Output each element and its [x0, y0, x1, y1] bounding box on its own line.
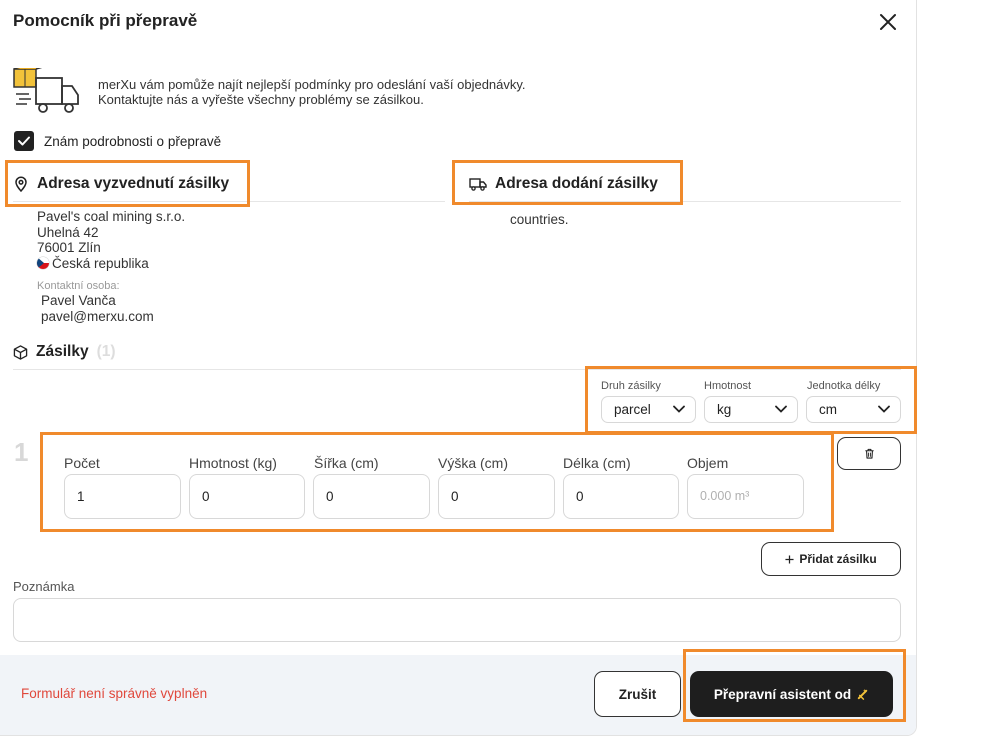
- weight-label: Hmotnost (kg): [189, 455, 277, 471]
- weight-input[interactable]: 0: [189, 474, 305, 519]
- shipments-heading: Zásilky (1): [13, 343, 116, 361]
- length-unit-select[interactable]: cm: [806, 396, 901, 423]
- pickup-heading: Adresa vyzvednutí zásilky: [13, 175, 229, 193]
- height-label: Výška (cm): [438, 455, 508, 471]
- plus-icon: [785, 554, 794, 564]
- shipment-type-select[interactable]: parcel: [601, 396, 696, 423]
- delivery-heading-text: Adresa dodání zásilky: [495, 175, 658, 192]
- delivery-heading: Adresa dodání zásilky: [469, 175, 658, 193]
- pickup-street: Uhelná 42: [37, 224, 99, 240]
- width-input[interactable]: 0: [313, 474, 430, 519]
- width-label: Šířka (cm): [314, 455, 379, 471]
- transport-assistant-dialog: Pomocník při přepravě merXu vám pomůže n…: [0, 0, 917, 736]
- shipments-divider: [13, 369, 901, 370]
- note-input[interactable]: [13, 598, 901, 642]
- package-icon: [13, 344, 28, 360]
- weight-unit-label: Hmotnost: [704, 380, 752, 392]
- weight-unit-select[interactable]: kg: [704, 396, 798, 423]
- weight-unit-value: kg: [717, 402, 732, 417]
- shipments-heading-text: Zásilky: [36, 343, 89, 360]
- volume-input: 0.000 m³: [687, 474, 804, 519]
- shipment-type-value: parcel: [614, 402, 651, 417]
- close-icon[interactable]: [876, 10, 900, 34]
- pickup-country: Česká republika: [52, 255, 149, 271]
- length-input[interactable]: 0: [563, 474, 679, 519]
- shipment-type-label: Druh zásilky: [601, 380, 661, 392]
- transport-assistant-button[interactable]: Přepravní asistent od: [690, 671, 893, 717]
- height-input[interactable]: 0: [438, 474, 555, 519]
- add-shipment-button[interactable]: Přidat zásilku: [761, 542, 901, 576]
- length-label: Délka (cm): [563, 455, 631, 471]
- truck-icon: [469, 178, 487, 191]
- contact-person: Pavel Vanča pavel@merxu.com: [41, 293, 154, 324]
- contact-person-label: Kontaktní osoba:: [37, 280, 120, 292]
- sparkle-logo-icon: [857, 688, 868, 700]
- count-label: Počet: [64, 455, 100, 471]
- contact-name: Pavel Vanča: [41, 293, 116, 308]
- volume-label: Objem: [687, 455, 729, 471]
- pickup-divider: [13, 201, 445, 202]
- contact-email: pavel@merxu.com: [41, 308, 154, 324]
- known-details-label: Znám podrobnosti o přepravě: [44, 134, 222, 149]
- dialog-title: Pomocník při přepravě: [13, 11, 198, 30]
- delivery-truck-illustration: [13, 68, 79, 113]
- length-unit-value: cm: [819, 402, 837, 417]
- add-shipment-label: Přidat zásilku: [799, 552, 877, 566]
- chevron-down-icon: [673, 405, 685, 413]
- pickup-city: 76001 Zlín: [37, 240, 101, 255]
- intro-line-2: Kontaktujte nás a vyřešte všechny problé…: [98, 92, 424, 107]
- note-label: Poznámka: [13, 579, 75, 594]
- shipment-row-number: 1: [14, 437, 29, 467]
- transport-assistant-label: Přepravní asistent od: [713, 686, 852, 702]
- delivery-text: countries.: [510, 212, 569, 227]
- length-unit-label: Jednotka délky: [807, 380, 881, 392]
- delete-shipment-button[interactable]: [837, 437, 901, 470]
- map-pin-icon: [15, 176, 27, 192]
- pickup-company: Pavel's coal mining s.r.o.: [37, 209, 186, 224]
- pickup-address: Pavel's coal mining s.r.o. Uhelná 42 760…: [37, 209, 185, 271]
- cancel-button[interactable]: Zrušit: [594, 671, 681, 717]
- intro-line-1: merXu vám pomůže najít nejlepší podmínky…: [98, 77, 526, 92]
- shipments-count: (1): [96, 343, 116, 360]
- delivery-divider: [469, 201, 901, 202]
- chevron-down-icon: [878, 405, 890, 413]
- chevron-down-icon: [775, 405, 787, 413]
- czech-flag-icon: [37, 256, 49, 269]
- known-details-checkbox[interactable]: [14, 131, 34, 151]
- check-icon: [18, 136, 30, 146]
- count-input[interactable]: 1: [64, 474, 181, 519]
- trash-icon: [864, 448, 874, 459]
- pickup-heading-text: Adresa vyzvednutí zásilky: [37, 175, 230, 192]
- intro-text: merXu vám pomůže najít nejlepší podmínky…: [98, 77, 526, 107]
- form-error-message: Formulář není správně vyplněn: [21, 686, 208, 701]
